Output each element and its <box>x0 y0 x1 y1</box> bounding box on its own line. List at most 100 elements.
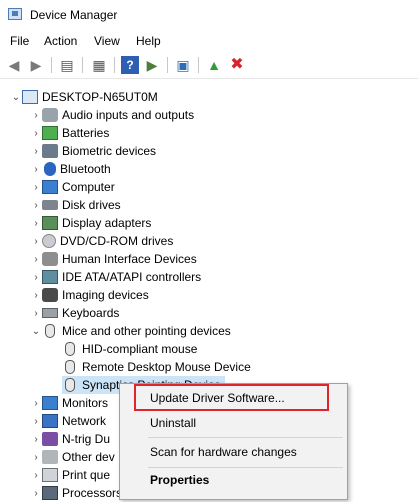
camera-icon <box>42 288 58 302</box>
chevron-right-icon[interactable]: › <box>30 236 42 247</box>
menu-action[interactable]: Action <box>44 34 77 48</box>
root-label: DESKTOP-N65UT0M <box>42 90 158 104</box>
tree-item-monitors[interactable]: › Monitors <box>30 394 108 412</box>
tree-item-label: Biometric devices <box>62 144 157 158</box>
tree-item-computer[interactable]: › Computer <box>30 178 115 196</box>
chevron-right-icon[interactable]: › <box>30 398 42 409</box>
chevron-right-icon[interactable]: › <box>30 452 42 463</box>
update-driver-icon[interactable]: ▲ <box>205 56 223 74</box>
forward-icon[interactable]: ▶ <box>27 56 45 74</box>
tree-item-keyboards[interactable]: › Keyboards <box>30 304 119 322</box>
help-icon[interactable]: ? <box>121 56 139 74</box>
tree-item-batteries[interactable]: › Batteries <box>30 124 109 142</box>
chevron-down-icon[interactable]: ⌄ <box>10 92 22 103</box>
toolbar-separator <box>51 57 52 73</box>
tree-item-label: Monitors <box>62 396 109 410</box>
tree-item-dvd[interactable]: › DVD/CD-ROM drives <box>30 232 173 250</box>
chevron-right-icon[interactable]: › <box>30 110 42 121</box>
window-title: Device Manager <box>30 8 118 22</box>
ide-controller-icon <box>42 270 58 284</box>
tree-item-print-queues[interactable]: › Print que <box>30 466 110 484</box>
tree-item-ide[interactable]: › IDE ATA/ATAPI controllers <box>30 268 201 286</box>
tree-item-label: Other dev <box>62 450 115 464</box>
show-hide-tree-icon[interactable]: ▤ <box>58 56 76 74</box>
toolbar-separator <box>114 57 115 73</box>
chevron-right-icon[interactable]: › <box>30 290 42 301</box>
tree-item-label: Imaging devices <box>62 288 149 302</box>
tree-item-label: Audio inputs and outputs <box>62 108 195 122</box>
scan-hardware-icon[interactable]: ▣ <box>174 56 192 74</box>
tree-item-disk-drives[interactable]: › Disk drives <box>30 196 121 214</box>
tree-item-remote-mouse[interactable]: Remote Desktop Mouse Device <box>62 358 251 376</box>
monitor-icon <box>42 396 58 410</box>
network-icon <box>42 414 58 428</box>
tree-item-label: DVD/CD-ROM drives <box>60 234 174 248</box>
chevron-right-icon[interactable]: › <box>30 254 42 265</box>
menu-bar: File Action View Help <box>0 30 418 52</box>
tree-item-imaging[interactable]: › Imaging devices <box>30 286 149 304</box>
chevron-right-icon[interactable]: › <box>30 146 42 157</box>
menu-file[interactable]: File <box>10 34 29 48</box>
back-icon[interactable]: ◀ <box>5 56 23 74</box>
chevron-right-icon[interactable]: › <box>30 434 42 445</box>
chevron-right-icon[interactable]: › <box>30 128 42 139</box>
tree-item-display-adapters[interactable]: › Display adapters <box>30 214 151 232</box>
tree-root[interactable]: ⌄ DESKTOP-N65UT0M <box>10 88 158 106</box>
chevron-right-icon[interactable]: › <box>30 308 42 319</box>
context-menu-separator <box>148 437 343 438</box>
menu-help[interactable]: Help <box>136 34 161 48</box>
title-bar: Device Manager <box>0 0 418 30</box>
tree-item-label: Network <box>62 414 107 428</box>
battery-icon <box>42 126 58 140</box>
tree-item-ntrig[interactable]: › N-trig Du <box>30 430 110 448</box>
tree-item-hid[interactable]: › Human Interface Devices <box>30 250 197 268</box>
tree-item-label: Remote Desktop Mouse Device <box>82 360 251 374</box>
chevron-down-icon[interactable]: ⌄ <box>30 326 42 337</box>
tree-item-label: Print que <box>62 468 111 482</box>
tree-item-biometric[interactable]: › Biometric devices <box>30 142 156 160</box>
tree-item-other[interactable]: › Other dev <box>30 448 115 466</box>
ntrig-icon <box>42 432 58 446</box>
properties-icon[interactable]: ▦ <box>90 56 108 74</box>
menu-scan-hardware[interactable]: Scan for hardware changes <box>150 445 297 459</box>
chevron-right-icon[interactable]: › <box>30 470 42 481</box>
tree-item-network[interactable]: › Network <box>30 412 106 430</box>
tree-item-hid-mouse[interactable]: HID-compliant mouse <box>62 340 197 358</box>
tree-item-label: Display adapters <box>62 216 152 230</box>
mouse-icon <box>65 378 75 392</box>
toolbar: ◀ ▶ ▤ ▦ ? ▶ ▣ ▲ ✖ <box>0 52 418 78</box>
tree-item-label: Batteries <box>62 126 110 140</box>
menu-uninstall[interactable]: Uninstall <box>150 416 196 430</box>
toolbar-separator <box>167 57 168 73</box>
menu-properties[interactable]: Properties <box>150 473 209 487</box>
computer-icon <box>42 180 58 194</box>
tree-item-audio[interactable]: › Audio inputs and outputs <box>30 106 194 124</box>
run-icon[interactable]: ▶ <box>143 56 161 74</box>
chevron-right-icon[interactable]: › <box>30 182 42 193</box>
chevron-right-icon[interactable]: › <box>30 488 42 499</box>
tree-item-label: Processors <box>62 486 123 500</box>
chevron-right-icon[interactable]: › <box>30 272 42 283</box>
speaker-icon <box>42 108 58 122</box>
tree-item-label: Computer <box>62 180 115 194</box>
tree-item-processors[interactable]: › Processors <box>30 484 122 502</box>
chevron-right-icon[interactable]: › <box>30 164 42 175</box>
other-device-icon <box>42 450 58 464</box>
printer-icon <box>42 468 58 482</box>
bluetooth-icon <box>44 162 56 176</box>
display-adapter-icon <box>42 216 58 230</box>
disk-drive-icon <box>42 200 58 210</box>
chevron-right-icon[interactable]: › <box>30 416 42 427</box>
toolbar-divider <box>0 78 418 79</box>
tree-item-mice[interactable]: ⌄ Mice and other pointing devices <box>30 322 231 340</box>
tree-item-bluetooth[interactable]: › Bluetooth <box>30 160 111 178</box>
chevron-right-icon[interactable]: › <box>30 218 42 229</box>
menu-view[interactable]: View <box>94 34 120 48</box>
chevron-right-icon[interactable]: › <box>30 200 42 211</box>
tree-item-label: N-trig Du <box>62 432 111 446</box>
tree-item-label: Disk drives <box>62 198 121 212</box>
hid-icon <box>42 252 58 266</box>
computer-icon <box>22 90 38 104</box>
mouse-icon <box>65 360 75 374</box>
uninstall-icon[interactable]: ✖ <box>228 56 246 74</box>
